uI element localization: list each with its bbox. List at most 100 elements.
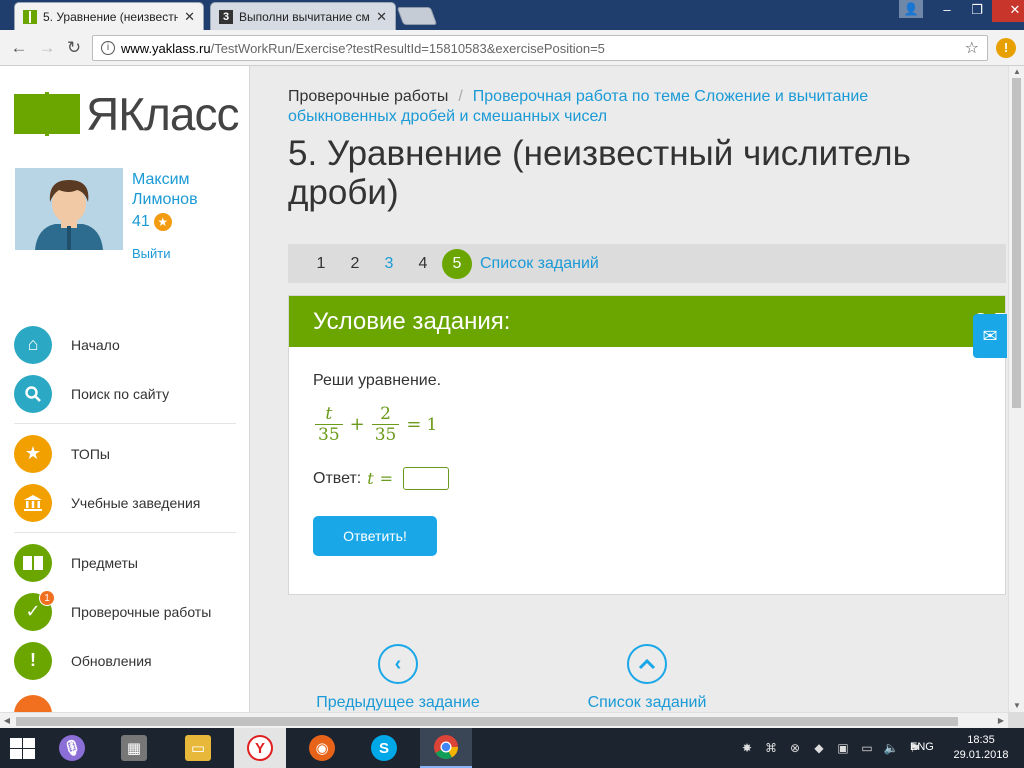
feedback-mail-button[interactable]: ✉ — [973, 314, 1007, 358]
tab-title: Выполни вычитание см — [239, 9, 370, 24]
pager-item-3[interactable]: 3 — [372, 249, 406, 279]
nav-divider — [14, 532, 236, 533]
nav-label: Обновления — [71, 652, 152, 669]
chevron-up-icon[interactable] — [627, 644, 667, 684]
tab-close-icon[interactable]: ✕ — [184, 9, 195, 25]
horizontal-scroll-thumb[interactable] — [16, 717, 958, 726]
forward-arrow-icon[interactable]: → — [36, 37, 58, 59]
tray-screen-icon[interactable]: ▣ — [831, 741, 855, 755]
yaklass-logo[interactable]: ЯКласс — [14, 88, 239, 140]
previous-task-nav[interactable]: ‹ Предыдущее задание — [308, 644, 488, 712]
scroll-up-arrow-icon[interactable]: ▲ — [1009, 66, 1024, 78]
tray-app-icon[interactable]: ◆ — [807, 741, 831, 755]
tray-monitor-icon[interactable]: ▭ — [855, 741, 879, 755]
app-grid-icon: ▦ — [121, 735, 147, 761]
taskbar-file-explorer[interactable]: ▭ — [172, 728, 224, 768]
pager-item-1[interactable]: 1 — [304, 249, 338, 279]
url-text[interactable]: www.yaklass.ru/TestWorkRun/Exercise?test… — [121, 41, 965, 56]
page-title: 5. Уравнение (неизвестный числитель дроб… — [288, 134, 911, 212]
vertical-scroll-thumb[interactable] — [1012, 78, 1021, 408]
notification-badge: 1 — [39, 589, 55, 606]
answer-input[interactable] — [403, 467, 450, 490]
tab-close-icon[interactable]: ✕ — [376, 9, 387, 25]
taskbar-clock[interactable]: 18:35 29.01.2018 — [952, 733, 1010, 763]
vertical-scrollbar[interactable]: ▲ ▼ — [1008, 66, 1024, 712]
pager-item-2[interactable]: 2 — [338, 249, 372, 279]
equation-rhs: 1 — [426, 414, 438, 435]
nav-item-partial[interactable] — [14, 685, 236, 712]
taskbar-app-blocks[interactable]: ▦ — [108, 728, 160, 768]
windows-start-icon[interactable] — [10, 738, 36, 760]
site-info-icon[interactable]: i — [101, 41, 115, 55]
nav-item-home[interactable]: ⌂ Начало — [14, 320, 236, 369]
answer-row: Ответ: t = — [313, 467, 981, 490]
building-icon — [14, 483, 52, 522]
reload-icon[interactable]: ↻ — [63, 37, 85, 59]
tray-antivirus-icon[interactable]: ⊗ — [783, 741, 807, 755]
taskbar-skype[interactable]: S — [358, 728, 410, 768]
address-bar[interactable]: i www.yaklass.ru/TestWorkRun/Exercise?te… — [92, 35, 988, 61]
nav-item-schools[interactable]: Учебные заведения — [14, 478, 236, 527]
fraction-2-over-35: 2 35 — [371, 404, 400, 445]
scroll-down-arrow-icon[interactable]: ▼ — [1009, 700, 1024, 712]
task-header: Условие задания: 3 Б. — [289, 296, 1005, 347]
close-window-button[interactable]: ✕ — [992, 0, 1024, 22]
taskbar-firefox[interactable]: ◉ — [296, 728, 348, 768]
nav-item-updates[interactable]: ! Обновления — [14, 636, 236, 685]
nav-item-subjects[interactable]: Предметы — [14, 538, 236, 587]
nav-item-tops[interactable]: ★ ТОПы — [14, 429, 236, 478]
cortana-mic-button[interactable]: 🎙 — [46, 728, 98, 768]
check-icon: ✓ 1 — [14, 589, 55, 631]
logo-text: ЯКласс — [86, 88, 239, 140]
horizontal-scrollbar[interactable]: ◀ ▶ — [0, 712, 1008, 728]
nav-label: Проверочные работы — [71, 603, 212, 620]
tray-avast-icon[interactable]: ✸ — [735, 741, 759, 755]
previous-task-link[interactable]: Предыдущее задание — [308, 694, 488, 712]
page-viewport: ЯКласс Максим Лимонов 41 ★ Выйти ⌂ Начал… — [0, 66, 1008, 712]
task-question: Реши уравнение. — [313, 372, 442, 389]
user-name-link[interactable]: Максим Лимонов — [132, 170, 232, 210]
equals-sign: = — [406, 414, 422, 435]
tab-current[interactable]: 5. Уравнение (неизвестн ✕ — [14, 2, 204, 30]
avatar[interactable] — [15, 168, 123, 250]
extension-alert-icon[interactable]: ! — [996, 38, 1016, 58]
task-list-bottom-link[interactable]: Список заданий — [557, 694, 737, 712]
nav-item-search[interactable]: Поиск по сайту — [14, 369, 236, 418]
scroll-left-arrow-icon[interactable]: ◀ — [0, 713, 14, 729]
taskbar-chrome[interactable] — [420, 728, 472, 768]
speaker-icon[interactable]: 🔈 — [879, 741, 903, 755]
chevron-left-icon[interactable]: ‹ — [378, 644, 418, 684]
browser-tab-strip: 5. Уравнение (неизвестн ✕ 3 Выполни вычи… — [0, 0, 1024, 30]
pager-item-4[interactable]: 4 — [406, 249, 440, 279]
new-tab-button[interactable] — [396, 7, 438, 25]
logout-link[interactable]: Выйти — [132, 246, 171, 261]
clock-date: 29.01.2018 — [953, 749, 1009, 761]
scroll-right-arrow-icon[interactable]: ▶ — [994, 713, 1008, 729]
maximize-button[interactable]: ❐ — [962, 0, 992, 22]
star-icon: ★ — [14, 434, 52, 473]
back-arrow-icon[interactable]: ← — [8, 37, 30, 59]
input-language[interactable]: ENG — [910, 741, 934, 753]
nav-item-tests[interactable]: ✓ 1 Проверочные работы — [14, 587, 236, 636]
folder-icon: ▭ — [185, 735, 211, 761]
user-profile-icon[interactable]: 👤 — [899, 0, 923, 18]
breadcrumb-root[interactable]: Проверочные работы — [288, 88, 448, 105]
clock-time: 18:35 — [967, 734, 995, 746]
tray-network-icon[interactable]: ⌘ — [759, 741, 783, 755]
system-tray: ✸ ⌘ ⊗ ◆ ▣ ▭ 🔈 ⚑ — [735, 728, 927, 768]
microphone-icon: 🎙 — [59, 735, 85, 761]
search-icon — [14, 374, 52, 413]
minimize-button[interactable]: – — [932, 0, 962, 22]
user-points: 41 ★ — [132, 213, 172, 231]
bookmark-star-icon[interactable]: ☆ — [965, 38, 979, 58]
equation: t 35 + 2 35 = 1 — [313, 404, 981, 445]
breadcrumb: Проверочные работы / Проверочная работа по… — [288, 87, 968, 127]
tab-second[interactable]: 3 Выполни вычитание см ✕ — [210, 2, 396, 30]
pager-item-current[interactable]: 5 — [440, 248, 474, 279]
task-list-nav[interactable]: Список заданий — [557, 644, 737, 712]
more-icon — [14, 695, 52, 712]
main-content: Проверочные работы / Проверочная работа по… — [288, 66, 1006, 712]
task-list-link[interactable]: Список заданий — [480, 255, 599, 273]
taskbar-yandex-browser[interactable]: Y — [234, 728, 286, 768]
submit-answer-button[interactable]: Ответить! — [313, 516, 437, 556]
